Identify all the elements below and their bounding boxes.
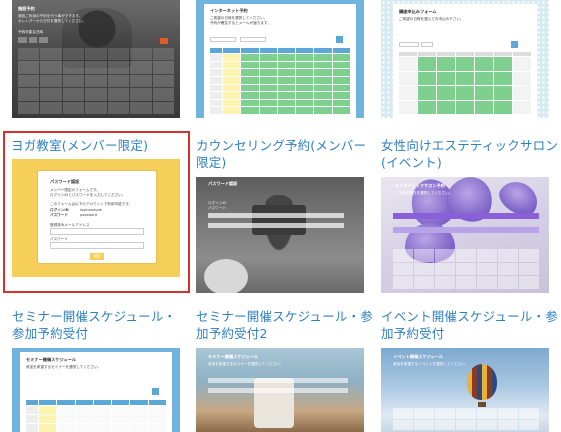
next-icon — [511, 41, 518, 48]
template-thumbnail[interactable]: 講座申込みフォーム ご希望の日程を選んでお申込み下さい。 — [381, 0, 549, 118]
password-value: password — [80, 213, 98, 217]
select-box — [421, 42, 433, 47]
input-field — [208, 388, 348, 393]
template-thumbnail[interactable]: セミナー開催スケジュール 参加を希望するセミナーを選択してください。 — [12, 348, 180, 432]
template-thumbnail[interactable]: イベント開催スケジュール 参加を希望するイベントを選択してください。 — [381, 348, 549, 432]
input-field — [208, 223, 344, 228]
template-thumbnail[interactable]: インターネット予約 ご希望の日時を選択してください。 予約が確定するとメールが届… — [196, 0, 364, 118]
thumb-text: メンバー限定のフォームです。 — [50, 188, 100, 192]
thumb-title: セミナー開催スケジュール — [26, 357, 76, 362]
form-paper: 講座申込みフォーム ご希望の日程を選んでお申込み下さい。 — [393, 4, 537, 118]
template-title-link[interactable]: セミナー開催スケジュール・参加予約受付2 — [196, 308, 376, 342]
login-id-value: loginsample — [80, 208, 102, 212]
photo-laptop — [252, 205, 306, 235]
template-title-link[interactable]: ヨガ教室(メンバー限定) — [11, 137, 148, 154]
template-thumbnail[interactable]: パスワード認証 ログインID パスワード — [196, 177, 364, 293]
template-title-link[interactable]: セミナー開催スケジュール・参加予約受付 — [12, 308, 188, 342]
thumb-title: イベント開催スケジュール — [393, 354, 443, 359]
calendar-grid — [393, 408, 539, 430]
form-paper: セミナー開催スケジュール 参加を希望するセミナーを選択してください。 — [20, 352, 172, 432]
balloon-basket — [478, 402, 486, 407]
thumb-text: 参加を希望するセミナーを選択してください。 — [26, 365, 102, 369]
select-box — [399, 42, 419, 47]
template-thumbnail[interactable]: セミナー開催スケジュール 参加を希望するセミナーを選択してください。 — [196, 348, 364, 432]
template-thumbnail[interactable]: エステティックサロン予約 ご予約希望日を選択してください。 — [381, 177, 549, 293]
thumb-text: パスワード — [208, 206, 226, 210]
template-title-link[interactable]: カウンセリング予約(メンバー限定) — [196, 137, 376, 171]
field-label: 登録済みメールアドレス — [50, 223, 90, 227]
template-card[interactable]: カウンセリング予約(メンバー限定) パスワード認証 ログインID パスワード — [196, 133, 376, 293]
password-field — [50, 242, 144, 249]
template-card[interactable]: 講座申込みフォーム ご希望の日程を選んでお申込み下さい。 — [381, 0, 561, 130]
template-card[interactable]: イベント開催スケジュール・参加予約受付 イベント開催スケジュール 参加を希望する… — [381, 304, 561, 432]
email-field — [50, 228, 144, 235]
thumb-title: エステティックサロン予約 — [395, 183, 445, 188]
select-box — [240, 37, 266, 42]
calendar-grid — [18, 48, 174, 114]
thumb-title: 講座申込みフォーム — [399, 9, 437, 14]
password-label: パスワード — [50, 213, 68, 217]
thumb-text: このフォームは以下のアカウントで利用可能です。 — [50, 202, 133, 206]
purple-bar — [393, 227, 539, 233]
thumb-text: ご希望の日時を選択してください。 — [210, 16, 268, 20]
thumb-text: 予約が確定するとメールが届きます。 — [210, 21, 271, 25]
thumb-text: ログインID — [208, 201, 227, 205]
photo-mug — [204, 259, 248, 293]
form-paper: インターネット予約 ご希望の日時を選択してください。 予約が確定するとメールが届… — [204, 4, 356, 118]
template-card[interactable]: インターネット予約 ご希望の日時を選択してください。 予約が確定するとメールが届… — [196, 0, 376, 130]
coffee-cup — [254, 378, 294, 428]
schedule-grid — [210, 48, 350, 114]
auth-button: 認証 — [90, 253, 104, 260]
input-field — [208, 213, 344, 218]
password-dialog: パスワード認証 メンバー限定のフォームです。 ログインIDとパスワードを入力して… — [38, 171, 156, 263]
login-id-label: ログインID — [50, 208, 69, 212]
template-card-selected[interactable]: ヨガ教室(メンバー限定) パスワード認証 メンバー限定のフォームです。 ログイン… — [3, 131, 190, 293]
calendar-grid — [399, 52, 531, 114]
thumb-text: ログインIDとパスワードを入力してください。 — [50, 193, 126, 197]
template-card[interactable]: 施設予約 施設ご利用の予約を行う事ができます。 カレンダーから日付を選択してくだ… — [12, 0, 192, 130]
thumb-text: 施設ご利用の予約を行う事ができます。 — [18, 14, 83, 18]
thumb-text: カレンダーから日付を選択してください。 — [18, 19, 87, 23]
thumb-text: 参加を希望するイベントを選択してください。 — [393, 362, 469, 366]
thumb-text: ご予約希望日を選択してください。 — [395, 191, 453, 195]
thumb-text: 予約可能な日時 — [18, 30, 44, 34]
thumb-text: ご希望の日程を選んでお申込み下さい。 — [399, 17, 464, 21]
nav-buttons — [18, 37, 49, 43]
template-card[interactable]: 女性向けエステティックサロン(イベント) エステティックサロン予約 ご予約希望日… — [381, 133, 561, 293]
select-box — [210, 37, 236, 42]
next-icon — [152, 388, 159, 395]
add-icon — [160, 38, 168, 44]
hot-air-balloon — [467, 364, 497, 400]
dialog-title: パスワード認証 — [50, 179, 80, 184]
field-label: パスワード — [50, 237, 68, 241]
template-title-link[interactable]: 女性向けエステティックサロン(イベント) — [381, 137, 559, 171]
next-icon — [336, 36, 343, 43]
thumb-title: セミナー開催スケジュール — [208, 354, 258, 359]
schedule-grid — [26, 400, 166, 432]
template-title-link[interactable]: イベント開催スケジュール・参加予約受付 — [381, 308, 559, 342]
thumb-title: 施設予約 — [18, 6, 35, 11]
thumb-title: パスワード認証 — [208, 181, 238, 186]
purple-bar — [393, 213, 539, 219]
thumb-text: 参加を希望するセミナーを選択してください。 — [208, 362, 284, 366]
template-card[interactable]: セミナー開催スケジュール・参加予約受付2 セミナー開催スケジュール 参加を希望す… — [196, 304, 376, 432]
thumb-title: インターネット予約 — [210, 8, 248, 13]
template-thumbnail[interactable]: パスワード認証 メンバー限定のフォームです。 ログインIDとパスワードを入力して… — [12, 159, 180, 277]
template-card[interactable]: セミナー開催スケジュール・参加予約受付 セミナー開催スケジュール 参加を希望する… — [12, 304, 192, 432]
calendar-grid — [393, 249, 539, 289]
template-thumbnail[interactable]: 施設予約 施設ご利用の予約を行う事ができます。 カレンダーから日付を選択してくだ… — [12, 0, 180, 118]
input-field — [208, 378, 348, 383]
